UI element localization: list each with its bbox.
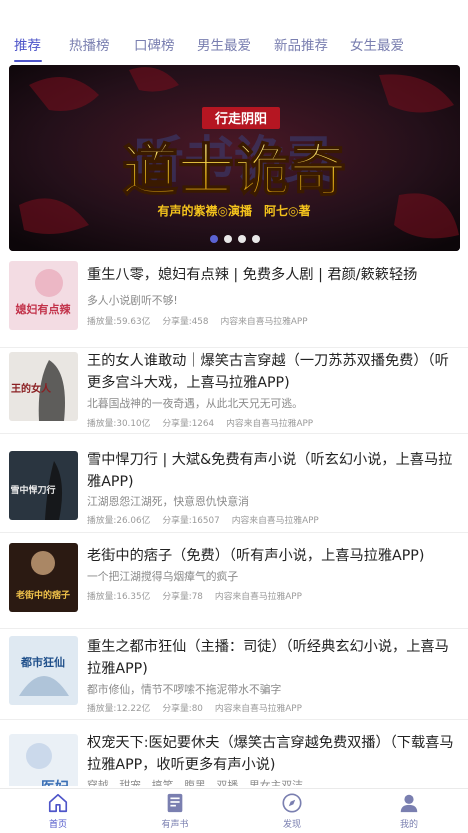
category-tabs: 推荐 热播榜 口碑榜 男生最爱 新品推荐 女生最爱 xyxy=(0,28,468,64)
item-meta: 播放量:59.63亿 分享量:458 内容来自喜马拉雅APP xyxy=(87,314,308,327)
svg-text:雪中悍刀行: 雪中悍刀行 xyxy=(10,484,55,496)
svg-text:王的女人: 王的女人 xyxy=(11,382,52,395)
item-description: 北暮国战神的一夜奇遇，从此北天兄无可逃。 xyxy=(87,397,303,410)
audiobook-list: 媳妇有点辣 重生八零，媳妇有点辣 | 免费多人剧 | 君颜/簌簌轻扬 多人小说剧… xyxy=(0,256,468,786)
book-cover: 媳妇有点辣 xyxy=(9,261,78,330)
list-item[interactable]: 媳妇有点辣 重生八零，媳妇有点辣 | 免费多人剧 | 君颜/簌簌轻扬 多人小说剧… xyxy=(0,256,468,348)
nav-home-label: 首页 xyxy=(48,820,67,830)
promo-banner[interactable]: 听书诡灵 行走阴阳 道士诡奇 有声的紫襟◎演播 阿七◎著 xyxy=(9,65,460,251)
item-title: 权宠天下:医妃要休夫（爆笑古言穿越免费双播）（下载喜马拉雅APP，收听更多有声小… xyxy=(87,735,454,773)
item-title: 重生之都市狂仙（主播：司徒）（听经典玄幻小说，上喜马拉雅APP) xyxy=(87,639,449,677)
item-title: 老街中的痞子（免费）（听有声小说，上喜马拉雅APP) xyxy=(87,548,425,564)
banner-artwork: 听书诡灵 行走阴阳 道士诡奇 有声的紫襟◎演播 阿七◎著 xyxy=(9,65,460,251)
list-item[interactable]: 都市狂仙 重生之都市狂仙（主播：司徒）（听经典玄幻小说，上喜马拉雅APP) 都市… xyxy=(0,628,468,720)
item-title: 王的女人谁敢动｜爆笑古言穿越（一刀苏苏双播免费）（听更多宫斗大戏，上喜马拉雅AP… xyxy=(87,353,449,391)
nav-profile[interactable]: 我的 xyxy=(364,792,454,833)
bottom-navigation: 首页 有声书 发现 我的 xyxy=(0,788,468,833)
banner-dot[interactable] xyxy=(209,235,218,243)
item-description: 一个把江湖搅得乌烟瘴气的疯子 xyxy=(87,570,239,583)
banner-title: 道士诡奇 xyxy=(122,138,346,204)
source-label: 内容来自喜马拉雅APP xyxy=(214,592,302,602)
share-count: 分享量:458 xyxy=(162,317,209,327)
source-label: 内容来自喜马拉雅APP xyxy=(231,516,319,526)
item-description: 江湖恩怨江湖死，快意恩仇快意消 xyxy=(87,495,249,508)
list-item[interactable]: 雪中悍刀行 雪中悍刀行 | 大斌&免费有声小说（听玄幻小说，上喜马拉雅APP) … xyxy=(0,441,468,533)
tab-male-favorites[interactable]: 男生最爱 xyxy=(197,34,251,54)
active-tab-indicator xyxy=(14,60,42,62)
banner-pagination xyxy=(9,235,460,243)
banner-dot[interactable] xyxy=(223,235,232,243)
book-cover: 王的女人 xyxy=(9,352,78,421)
list-item[interactable]: 医妃 权宠天下:医妃要休夫（爆笑古言穿越免费双播）（下载喜马拉雅APP，收听更多… xyxy=(0,724,468,786)
user-icon xyxy=(400,794,418,813)
item-meta: 播放量:16.35亿 分享量:78 内容来自喜马拉雅APP xyxy=(87,589,302,602)
nav-discover[interactable]: 发现 xyxy=(247,792,337,833)
share-count: 分享量:16507 xyxy=(162,516,220,526)
svg-text:媳妇有点辣: 媳妇有点辣 xyxy=(16,302,72,316)
share-count: 分享量:80 xyxy=(162,704,203,714)
nav-home[interactable]: 首页 xyxy=(13,792,103,833)
item-meta: 播放量:26.06亿 分享量:16507 内容来自喜马拉雅APP xyxy=(87,513,319,526)
home-icon xyxy=(48,793,68,813)
banner-dot[interactable] xyxy=(237,235,246,243)
banner-dot[interactable] xyxy=(251,235,260,243)
nav-profile-label: 我的 xyxy=(399,820,418,830)
svg-text:老街中的痞子: 老街中的痞子 xyxy=(15,589,70,601)
item-meta: 播放量:30.10亿 分享量:1264 内容来自喜马拉雅APP xyxy=(87,416,313,429)
item-description: 都市修仙，情节不啰嗦不拖泥带水不骗字 xyxy=(87,683,282,696)
tab-hot[interactable]: 热播榜 xyxy=(69,34,110,54)
play-count: 播放量:26.06亿 xyxy=(87,516,151,526)
source-label: 内容来自喜马拉雅APP xyxy=(226,419,314,429)
book-cover: 老街中的痞子 xyxy=(9,543,78,612)
banner-credits: 有声的紫襟◎演播 阿七◎著 xyxy=(158,203,311,218)
nav-audiobooks[interactable]: 有声书 xyxy=(130,792,220,833)
share-count: 分享量:1264 xyxy=(162,419,215,429)
list-item[interactable]: 老街中的痞子 老街中的痞子（免费）（听有声小说，上喜马拉雅APP) 一个把江湖搅… xyxy=(0,537,468,629)
book-cover: 都市狂仙 xyxy=(9,636,78,705)
play-count: 播放量:12.22亿 xyxy=(87,704,151,714)
source-label: 内容来自喜马拉雅APP xyxy=(214,704,302,714)
tab-new-recommended[interactable]: 新品推荐 xyxy=(274,34,328,54)
item-title: 雪中悍刀行 | 大斌&免费有声小说（听玄幻小说，上喜马拉雅APP) xyxy=(87,452,453,490)
banner-subtitle: 行走阴阳 xyxy=(214,111,267,127)
svg-text:医妃: 医妃 xyxy=(41,779,69,786)
item-meta: 播放量:12.22亿 分享量:80 内容来自喜马拉雅APP xyxy=(87,701,302,714)
tab-female-favorites[interactable]: 女生最爱 xyxy=(350,34,404,54)
nav-discover-label: 发现 xyxy=(282,820,301,830)
source-label: 内容来自喜马拉雅APP xyxy=(220,317,308,327)
list-item[interactable]: 王的女人 王的女人谁敢动｜爆笑古言穿越（一刀苏苏双播免费）（听更多宫斗大戏，上喜… xyxy=(0,342,468,434)
book-cover: 医妃 xyxy=(9,734,78,786)
play-count: 播放量:16.35亿 xyxy=(87,592,151,602)
item-description: 穿越 甜宠 搞笑 腹黑 双播 男女主双洁 xyxy=(87,779,303,786)
nav-audiobooks-label: 有声书 xyxy=(161,820,189,830)
svg-text:都市狂仙: 都市狂仙 xyxy=(20,655,65,669)
item-description: 多人小说剧听不够! xyxy=(87,294,178,307)
play-count: 播放量:59.63亿 xyxy=(87,317,151,327)
book-icon xyxy=(167,793,183,813)
share-count: 分享量:78 xyxy=(162,592,203,602)
item-title: 重生八零，媳妇有点辣 | 免费多人剧 | 君颜/簌簌轻扬 xyxy=(87,267,418,283)
play-count: 播放量:30.10亿 xyxy=(87,419,151,429)
compass-icon xyxy=(282,793,302,813)
tab-reputation[interactable]: 口碑榜 xyxy=(134,34,175,54)
tab-recommended[interactable]: 推荐 xyxy=(14,34,41,54)
book-cover: 雪中悍刀行 xyxy=(9,451,78,520)
